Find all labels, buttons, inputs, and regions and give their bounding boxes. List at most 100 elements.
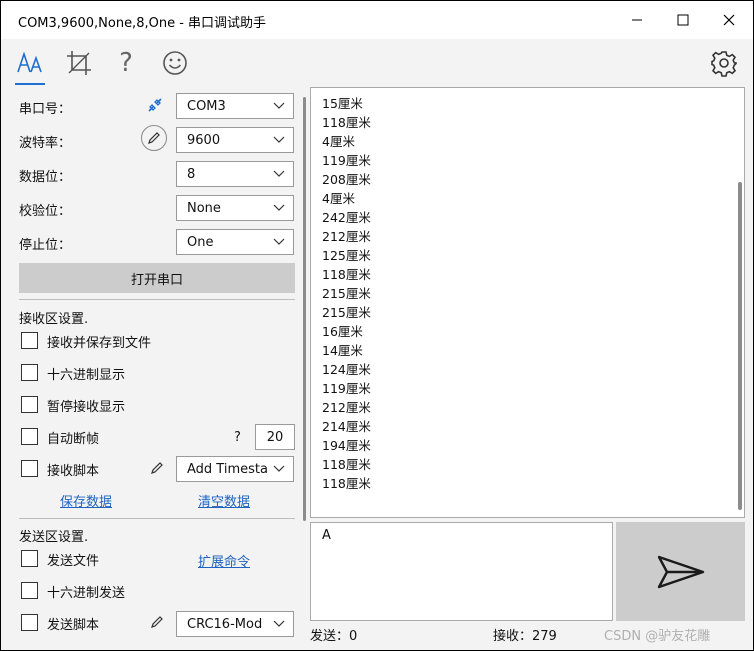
databits-label: 数据位： [19, 170, 72, 185]
stopbits-select[interactable]: One [176, 229, 294, 255]
stopbits-label: 停止位： [19, 238, 72, 253]
crop-tool-button[interactable] [59, 39, 99, 87]
baud-label: 波特率： [19, 136, 72, 151]
disconnect-icon [148, 98, 162, 112]
pause-display-checkbox[interactable] [21, 396, 38, 413]
font-tool-button[interactable] [10, 39, 50, 87]
received-count: 接收：279 [493, 629, 557, 644]
minimize-icon [632, 19, 642, 21]
parity-select-value: None [187, 201, 221, 216]
receive-line: 15厘米 [322, 96, 363, 111]
active-tool-indicator [15, 83, 45, 85]
receive-line: 212厘米 [322, 229, 371, 244]
save-to-file-label: 接收并保存到文件 [47, 336, 152, 351]
left-panel-scrollbar[interactable] [301, 97, 308, 521]
save-data-link[interactable]: 保存数据 [60, 491, 112, 510]
receive-scrollbar-thumb[interactable] [738, 182, 742, 510]
receive-line: 4厘米 [322, 191, 355, 206]
baud-select-value: 9600 [187, 133, 221, 148]
receive-script-value: Add Timesta [187, 462, 268, 477]
divider [19, 299, 295, 300]
auto-frame-label: 自动断帧 [47, 432, 100, 447]
auto-frame-value: 20 [266, 429, 284, 445]
receive-script-edit[interactable] [150, 461, 164, 479]
send-script-checkbox[interactable] [21, 614, 38, 631]
title-bar: COM3,9600,None,8,One - 串口调试助手 [1, 1, 753, 39]
auto-frame-input[interactable]: 20 [255, 424, 295, 450]
baud-edit-button[interactable] [141, 125, 167, 151]
port-select[interactable]: COM3 [176, 93, 294, 119]
databits-select[interactable]: 8 [176, 161, 294, 187]
send-file-checkbox[interactable] [21, 550, 38, 567]
scrollbar-thumb[interactable] [303, 97, 306, 521]
clear-data-link[interactable]: 清空数据 [198, 491, 250, 510]
receive-settings-heading: 接收区设置. [19, 312, 89, 327]
send-script-value: CRC16-Mod [187, 617, 263, 632]
close-button[interactable] [706, 1, 752, 39]
send-script-select[interactable]: CRC16-Mod [176, 611, 294, 637]
settings-button[interactable] [704, 39, 744, 87]
hex-send-label: 十六进制发送 [47, 586, 126, 601]
receive-line: 212厘米 [322, 400, 371, 415]
minimize-button[interactable] [614, 1, 660, 39]
help-tool-button[interactable]: ? [106, 39, 146, 87]
send-icon [657, 555, 704, 588]
hex-display-label: 十六进制显示 [47, 368, 126, 383]
extend-command-link[interactable]: 扩展命令 [198, 551, 250, 570]
send-button[interactable] [616, 522, 745, 621]
sent-count: 发送：0 [310, 629, 358, 644]
gear-icon [711, 51, 737, 77]
pen-icon [148, 132, 160, 144]
chevron-down-icon [273, 102, 285, 109]
window-title: COM3,9600,None,8,One - 串口调试助手 [18, 16, 267, 31]
save-to-file-checkbox[interactable] [21, 332, 38, 349]
receive-line: 119厘米 [322, 153, 371, 168]
port-select-value: COM3 [187, 99, 226, 114]
receive-line: 118厘米 [322, 267, 371, 282]
receive-area[interactable]: 15厘米 118厘米 4厘米 119厘米 208厘米 4厘米 242厘米 212厘米 125厘米… [310, 87, 745, 518]
stopbits-select-value: One [187, 235, 214, 250]
receive-line: 242厘米 [322, 210, 371, 225]
csdn-watermark: CSDN @驴友花雕 [604, 629, 711, 644]
font-icon [17, 51, 42, 73]
receive-script-label: 接收脚本 [47, 464, 100, 479]
receive-line: 14厘米 [322, 343, 363, 358]
divider [19, 518, 295, 519]
receive-line: 119厘米 [322, 381, 371, 396]
maximize-button[interactable] [660, 1, 706, 39]
receive-script-checkbox[interactable] [21, 460, 38, 477]
open-port-button[interactable]: 打开串口 [19, 263, 295, 293]
smiley-tool-button[interactable] [155, 39, 195, 87]
send-input[interactable]: A [310, 522, 613, 621]
receive-line: 208厘米 [322, 172, 371, 187]
receive-line: 125厘米 [322, 248, 371, 263]
receive-lines: 15厘米 118厘米 4厘米 119厘米 208厘米 4厘米 242厘米 212厘米 125厘米… [322, 94, 371, 493]
chevron-down-icon [273, 238, 285, 245]
receive-line: 215厘米 [322, 286, 371, 301]
hex-display-checkbox[interactable] [21, 364, 38, 381]
databits-select-value: 8 [187, 167, 196, 182]
receive-line: 214厘米 [322, 419, 371, 434]
smiley-icon [163, 51, 187, 75]
hex-send-checkbox[interactable] [21, 582, 38, 599]
help-icon: ? [119, 48, 133, 78]
auto-frame-help-icon[interactable]: ? [234, 430, 241, 445]
receive-line: 118厘米 [322, 457, 371, 472]
port-tool-icon[interactable] [146, 96, 164, 118]
send-file-label: 发送文件 [47, 554, 100, 569]
chevron-down-icon [273, 170, 285, 177]
parity-select[interactable]: None [176, 195, 294, 221]
receive-script-select[interactable]: Add Timesta [176, 456, 294, 482]
pen-icon [151, 616, 163, 628]
port-label: 串口号： [19, 102, 72, 117]
send-script-edit[interactable] [150, 615, 164, 633]
baud-select[interactable]: 9600 [176, 127, 294, 153]
receive-line: 118厘米 [322, 476, 371, 491]
app-window: COM3,9600,None,8,One - 串口调试助手 ? 串口号： COM… [1, 1, 753, 650]
send-input-text: A [322, 528, 331, 543]
chevron-down-icon [273, 136, 285, 143]
pen-icon [151, 462, 163, 474]
auto-frame-checkbox[interactable] [21, 428, 38, 445]
receive-line: 215厘米 [322, 305, 371, 320]
toolbar: ? [1, 39, 753, 87]
